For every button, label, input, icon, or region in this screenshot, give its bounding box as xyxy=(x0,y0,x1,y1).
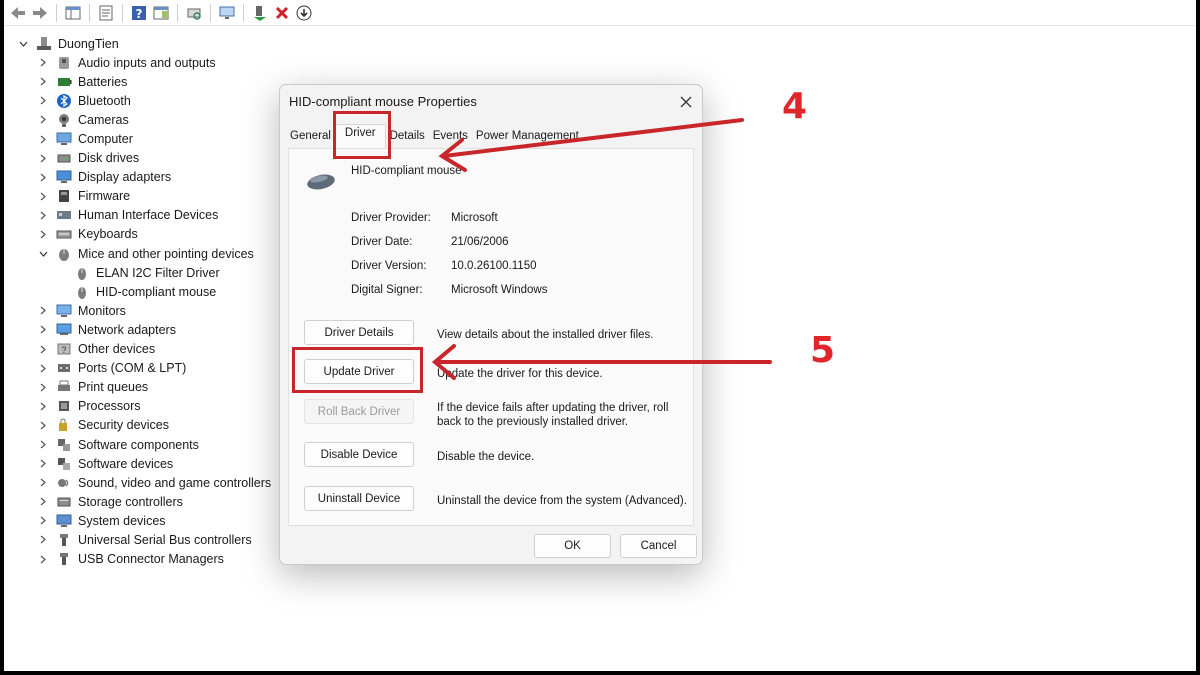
step-number-4: 4 xyxy=(782,86,808,127)
annotation-arrows xyxy=(431,118,772,380)
device-manager-window: ? DuongTien Audio inputs and outputs Bat… xyxy=(4,0,1196,671)
arrow-step-5 xyxy=(431,344,772,380)
arrow-step-4 xyxy=(438,118,744,172)
step-number-5: 5 xyxy=(810,330,836,371)
